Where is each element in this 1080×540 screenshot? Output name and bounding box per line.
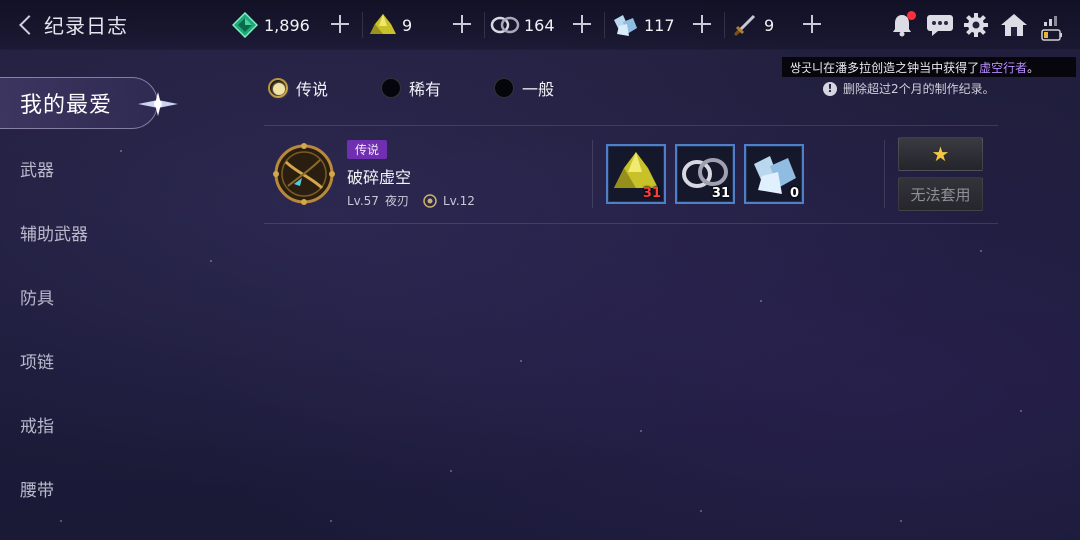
signal-icon (1044, 15, 1057, 26)
craft-gear-icon (423, 193, 437, 208)
radio-unselected (381, 78, 401, 98)
favorite-button[interactable]: ★ (898, 137, 983, 171)
sidebar-item-belt[interactable]: 腰带 (20, 476, 54, 501)
notification-badge (907, 11, 916, 20)
currency-emerald: 1,896 (230, 9, 310, 41)
notice-suffix: 。 (1027, 60, 1040, 75)
divider (264, 125, 998, 126)
radio-unselected (494, 78, 514, 98)
divider (724, 12, 725, 38)
sidebar-item-secondary-weapon[interactable]: 辅助武器 (20, 220, 88, 245)
gear-icon[interactable] (962, 11, 990, 39)
craft-level: Lv.12 (442, 193, 475, 208)
amulet-item-icon (273, 143, 335, 205)
material-slot-silver-ring[interactable]: 31 (675, 144, 735, 204)
yellow-ore-icon (368, 10, 398, 40)
item-level: Lv.57 (347, 193, 379, 208)
divider (264, 223, 998, 224)
currency-yellow-ore: 9 (368, 9, 412, 41)
chevron-left-icon (19, 14, 39, 35)
material-count: 31 (711, 186, 730, 201)
sidebar-item-necklace[interactable]: 项链 (20, 348, 54, 373)
divider (592, 140, 593, 208)
ice-crystal-icon (610, 10, 640, 40)
currency-value: 164 (524, 15, 555, 35)
grade-tag: 传说 (347, 140, 387, 159)
divider (884, 140, 885, 208)
top-bar: 纪录日志 1,896 9 164 117 9 (0, 0, 1080, 50)
apply-button[interactable]: 无法套用 (898, 177, 983, 211)
sparkle-icon (138, 92, 178, 116)
add-emerald-button[interactable] (331, 15, 349, 33)
back-button[interactable]: 纪录日志 (14, 10, 128, 39)
status-indicator (1040, 10, 1064, 44)
item-name: 破碎虚空 (347, 168, 412, 187)
filter-label: 一般 (522, 80, 555, 99)
material-slot-ice-crystal[interactable]: 0 (744, 144, 804, 204)
currency-value: 1,896 (264, 15, 310, 35)
sidebar-item-label: 我的最爱 (20, 93, 113, 118)
filter-common[interactable]: 一般 (494, 76, 554, 100)
divider (484, 12, 485, 38)
filter-label: 稀有 (409, 80, 442, 99)
divider (362, 12, 363, 38)
silver-ring-icon (490, 10, 520, 40)
currency-value: 117 (644, 15, 675, 35)
item-meta: Lv.57 夜刃 Lv.12 (347, 192, 475, 209)
divider (604, 12, 605, 38)
sidebar-item-armor[interactable]: 防具 (20, 284, 54, 309)
delete-info-text: 删除超过2个月的制作纪录。 (843, 82, 995, 96)
add-yellow-ore-button[interactable] (453, 15, 471, 33)
add-dagger-button[interactable] (803, 15, 821, 33)
filter-rare[interactable]: 稀有 (381, 76, 441, 100)
item-class: 夜刃 (384, 194, 409, 208)
chat-icon[interactable] (924, 11, 956, 39)
material-count: 31 (642, 186, 661, 201)
add-ice-crystal-button[interactable] (693, 15, 711, 33)
sidebar-item-ring[interactable]: 戒指 (20, 412, 54, 437)
currency-ice-crystal: 117 (610, 9, 675, 41)
material-count: 0 (789, 186, 799, 201)
notice-prefix: 쌍곳니在潘多拉创造之钟当中获得了 (790, 60, 980, 75)
currency-value: 9 (764, 15, 775, 35)
dagger-icon (730, 10, 760, 40)
currency-dagger: 9 (730, 9, 774, 41)
acquisition-notice: 쌍곳니在潘多拉创造之钟当中获得了 虚空行者。 (782, 57, 1076, 77)
material-slot-yellow-ore[interactable]: 31 (606, 144, 666, 204)
radio-selected (268, 78, 288, 98)
sidebar-item-weapon[interactable]: 武器 (20, 156, 54, 181)
delete-info: ! 删除超过2个月的制作纪录。 (823, 80, 995, 97)
filter-label: 传说 (296, 80, 329, 99)
info-icon: ! (823, 81, 837, 96)
page-title: 纪录日志 (44, 14, 128, 38)
add-silver-ring-button[interactable] (573, 15, 591, 33)
currency-silver-ring: 164 (490, 9, 555, 41)
emerald-gem-icon (230, 10, 260, 40)
bell-icon[interactable] (888, 11, 916, 39)
notice-item-name: 虚空行者 (979, 60, 1028, 75)
currency-value: 9 (402, 15, 413, 35)
filter-legendary[interactable]: 传说 (268, 76, 328, 100)
home-icon[interactable] (998, 11, 1030, 39)
battery-icon (1041, 28, 1062, 41)
